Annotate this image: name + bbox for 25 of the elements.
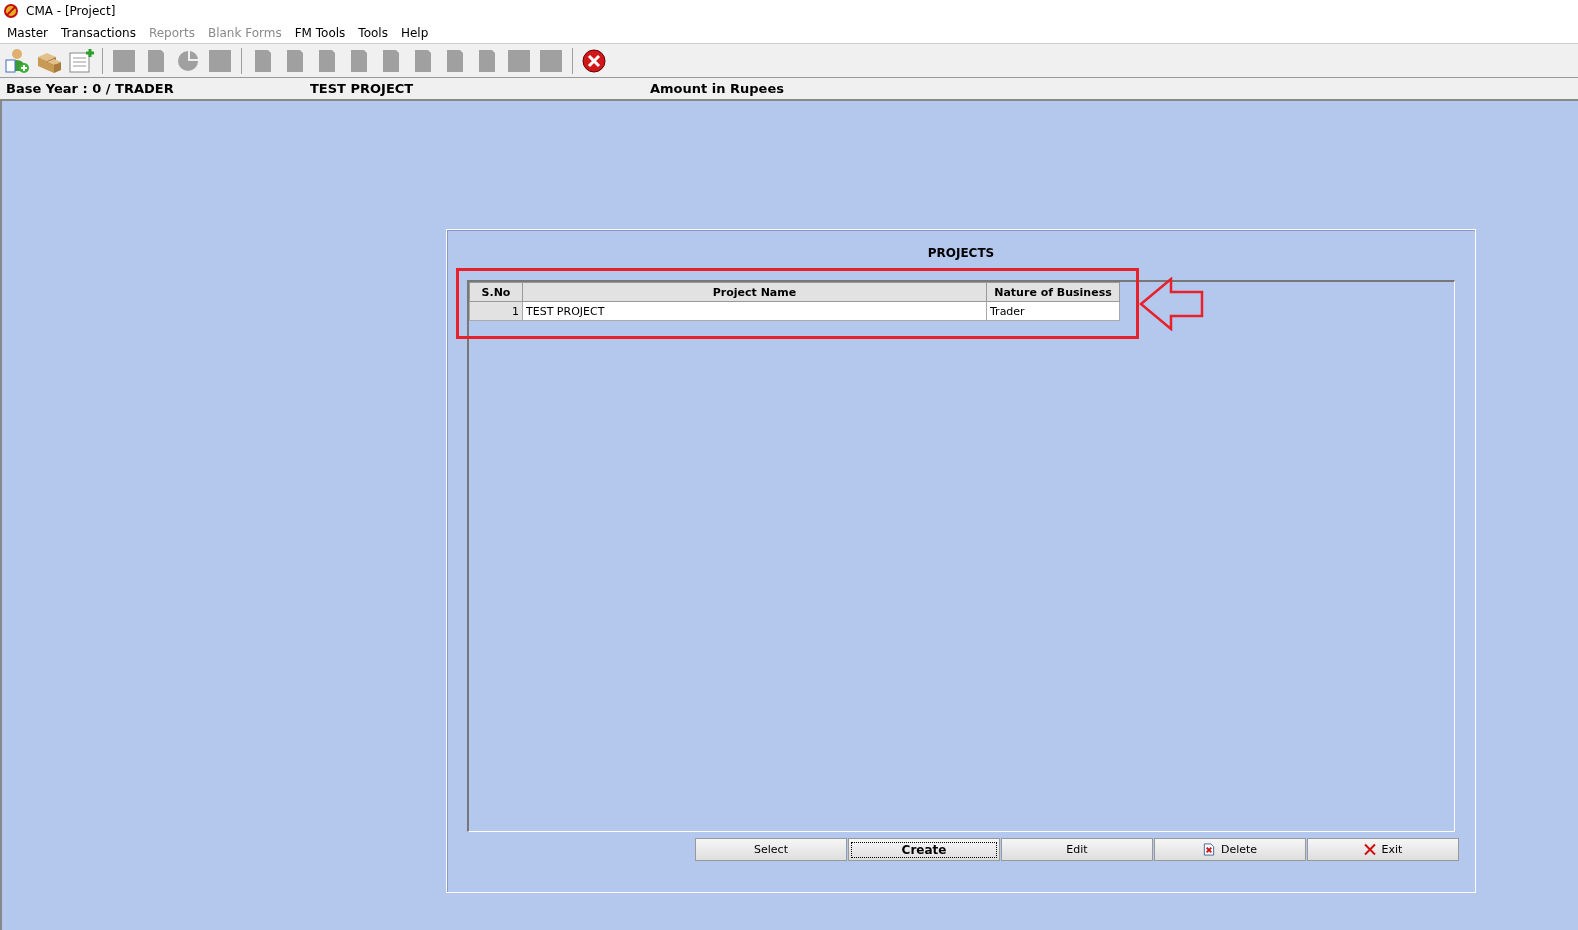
menu-item[interactable]: Master [7,25,48,40]
menu-item[interactable]: Tools [358,25,388,40]
menu-item[interactable]: FM Tools [294,25,346,40]
column-header[interactable]: Project Name [522,282,987,302]
panel-title: PROJECTS [926,245,996,262]
window-title: CMA - [Project] [26,4,116,18]
menu-item[interactable]: Help [400,25,429,40]
close-icon[interactable] [580,46,608,75]
app-logo-icon [4,4,18,18]
column-header[interactable]: S.No [469,282,523,302]
action-button[interactable]: Create [848,838,1000,861]
action-button[interactable]: Exit [1307,838,1459,861]
amount-label: Amount in Rupees [650,81,784,96]
base-year-label: Base Year : 0 / TRADER [6,81,175,96]
menu-item[interactable]: Transactions [61,25,136,40]
document-delete-icon [1202,843,1215,856]
column-header[interactable]: Nature of Business [986,282,1120,302]
action-button[interactable]: Edit [1001,838,1153,861]
close-icon [1363,843,1376,856]
user-add-icon[interactable] [3,46,31,75]
action-button[interactable]: Select [695,838,847,861]
project-label: TEST PROJECT [310,81,415,96]
arrow-drawing [1139,277,1205,331]
list-add-icon[interactable] [67,46,95,75]
action-button[interactable]: Delete [1154,838,1306,861]
